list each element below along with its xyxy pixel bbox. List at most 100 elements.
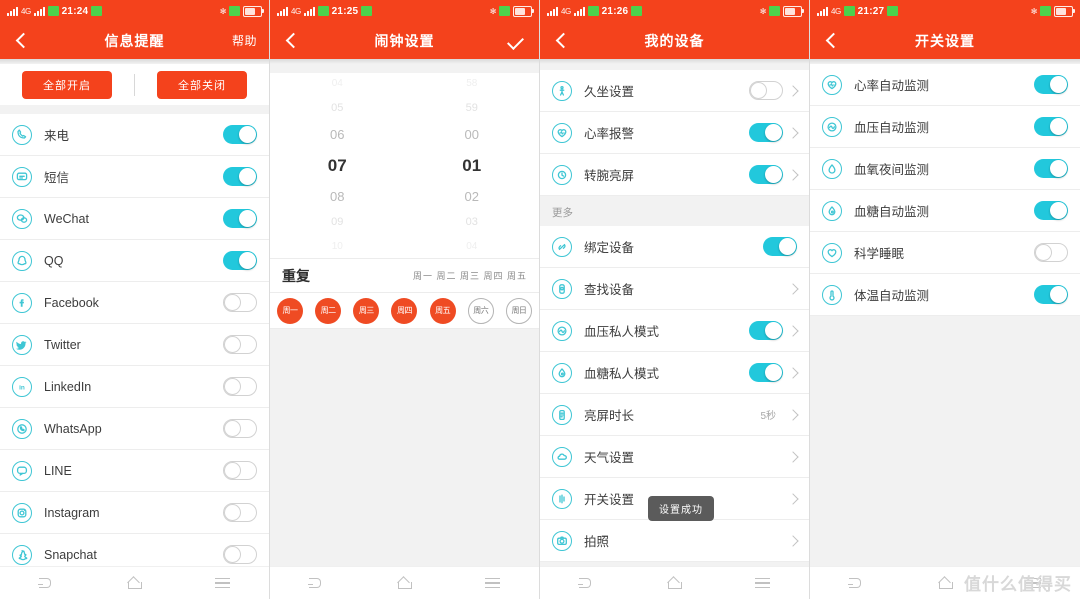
list-item[interactable]: in LinkedIn [0, 366, 269, 408]
nav-menu-icon[interactable] [215, 575, 233, 591]
toggle-switch[interactable] [749, 321, 783, 340]
hour-option[interactable]: 08 [330, 183, 344, 210]
minute-option[interactable]: 59 [466, 96, 478, 121]
toggle-switch[interactable] [223, 377, 257, 396]
list-item[interactable]: 查找设备 [540, 268, 809, 310]
hour-option[interactable]: 07 [328, 148, 347, 183]
list-item[interactable]: 心率报警 [540, 112, 809, 154]
toggle-switch[interactable] [1034, 75, 1068, 94]
toggle-switch[interactable] [223, 209, 257, 228]
minute-option[interactable]: 00 [465, 121, 479, 148]
toggle-switch[interactable] [223, 293, 257, 312]
list-item[interactable]: 血压自动监测 [810, 106, 1080, 148]
toggle-switch[interactable] [223, 125, 257, 144]
list-item[interactable]: 转腕亮屏 [540, 154, 809, 196]
minute-option[interactable]: 58 [466, 72, 477, 96]
repeat-summary: 周一 周二 周三 周四 周五 [412, 271, 527, 281]
phone-icon [12, 124, 32, 145]
toggle-switch[interactable] [749, 165, 783, 184]
weekday-chip[interactable]: 周二 [315, 297, 342, 324]
list-item[interactable]: 拍照 [540, 520, 809, 562]
minute-column[interactable]: 58 59 00 01 02 03 04 [405, 73, 540, 258]
toggle-switch[interactable] [1034, 117, 1068, 136]
list-item[interactable]: 科学睡眠 [810, 232, 1080, 274]
minute-option[interactable]: 04 [466, 235, 477, 259]
repeat-row[interactable]: 重复 周一 周二 周三 周四 周五 [270, 259, 539, 293]
list-item[interactable]: 心率自动监测 [810, 64, 1080, 106]
confirm-check-icon[interactable] [507, 33, 527, 49]
list-item[interactable]: 久坐设置 [540, 70, 809, 112]
toggle-switch[interactable] [223, 335, 257, 354]
system-nav-bar [810, 566, 1080, 599]
toggle-switch[interactable] [223, 251, 257, 270]
nav-home-icon[interactable] [665, 575, 683, 591]
weekday-chip[interactable]: 周五 [429, 297, 456, 324]
list-item[interactable]: 天气设置 [540, 436, 809, 478]
weekday-chip[interactable]: 周六 [467, 297, 494, 324]
list-item[interactable]: 亮屏时长 5秒 [540, 394, 809, 436]
list-item[interactable]: WeChat [0, 198, 269, 240]
toggle-switch[interactable] [223, 167, 257, 186]
hour-option[interactable]: 06 [330, 121, 344, 148]
toggle-switch[interactable] [749, 363, 783, 382]
disable-all-button[interactable]: 全部关闭 [157, 70, 247, 99]
blood-pressure-icon [822, 116, 842, 137]
back-button[interactable] [552, 32, 570, 50]
toggle-switch[interactable] [223, 545, 257, 564]
nav-back-icon[interactable] [576, 575, 594, 591]
nav-home-icon[interactable] [936, 575, 954, 591]
toggle-switch[interactable] [749, 123, 783, 142]
hour-column[interactable]: 04 05 06 07 08 09 10 [270, 73, 405, 258]
minute-option[interactable]: 02 [465, 183, 479, 210]
weekday-chip[interactable]: 周一 [277, 297, 303, 324]
list-item[interactable]: Facebook [0, 282, 269, 324]
back-button[interactable] [822, 32, 840, 50]
list-item[interactable]: 血压私人模式 [540, 310, 809, 352]
list-item[interactable]: Instagram [0, 492, 269, 534]
toggle-switch[interactable] [1034, 243, 1068, 262]
toggle-switch[interactable] [749, 81, 783, 100]
nav-menu-icon[interactable] [755, 575, 773, 591]
minute-option[interactable]: 01 [462, 148, 481, 183]
nav-home-icon[interactable] [395, 575, 413, 591]
nav-back-icon[interactable] [306, 575, 324, 591]
toggle-switch[interactable] [1034, 201, 1068, 220]
back-button[interactable] [282, 32, 300, 50]
help-button[interactable]: 帮助 [232, 32, 257, 49]
list-item[interactable]: QQ [0, 240, 269, 282]
weekday-chip[interactable]: 周三 [353, 297, 380, 324]
list-item[interactable]: 血糖自动监测 [810, 190, 1080, 232]
hour-option[interactable]: 10 [332, 235, 343, 259]
nav-back-icon[interactable] [36, 575, 54, 591]
enable-all-button[interactable]: 全部开启 [22, 70, 112, 99]
list-item[interactable]: LINE [0, 450, 269, 492]
list-item[interactable]: 体温自动监测 [810, 274, 1080, 316]
minute-option[interactable]: 03 [466, 210, 478, 235]
list-item[interactable]: 来电 [0, 114, 269, 156]
weekday-chip[interactable]: 周四 [391, 297, 418, 324]
time-picker[interactable]: 04 05 06 07 08 09 10 58 59 00 01 02 03 04 [270, 73, 539, 259]
list-item[interactable]: 短信 [0, 156, 269, 198]
toggle-switch[interactable] [223, 461, 257, 480]
list-item[interactable]: 血氧夜间监测 [810, 148, 1080, 190]
hour-option[interactable]: 09 [331, 210, 343, 235]
nav-home-icon[interactable] [125, 575, 143, 591]
toggle-switch[interactable] [223, 503, 257, 522]
toggle-switch[interactable] [1034, 159, 1068, 178]
hour-option[interactable]: 04 [332, 72, 343, 96]
list-item[interactable]: 血糖私人模式 [540, 352, 809, 394]
nav-menu-icon[interactable] [1026, 575, 1044, 591]
list-item[interactable]: WhatsApp [0, 408, 269, 450]
nav-back-icon[interactable] [846, 575, 864, 591]
nav-menu-icon[interactable] [485, 575, 503, 591]
weekday-chip[interactable]: 周日 [505, 297, 532, 324]
toggle-switch[interactable] [1034, 285, 1068, 304]
hour-option[interactable]: 05 [331, 96, 343, 121]
toggle-switch[interactable] [223, 419, 257, 438]
list-item[interactable]: 绑定设备 [540, 226, 809, 268]
toggle-knob [1050, 118, 1067, 135]
toggle-switch[interactable] [763, 237, 797, 256]
list-item-label: 体温自动监测 [854, 289, 930, 303]
list-item[interactable]: Twitter [0, 324, 269, 366]
back-button[interactable] [12, 32, 30, 50]
